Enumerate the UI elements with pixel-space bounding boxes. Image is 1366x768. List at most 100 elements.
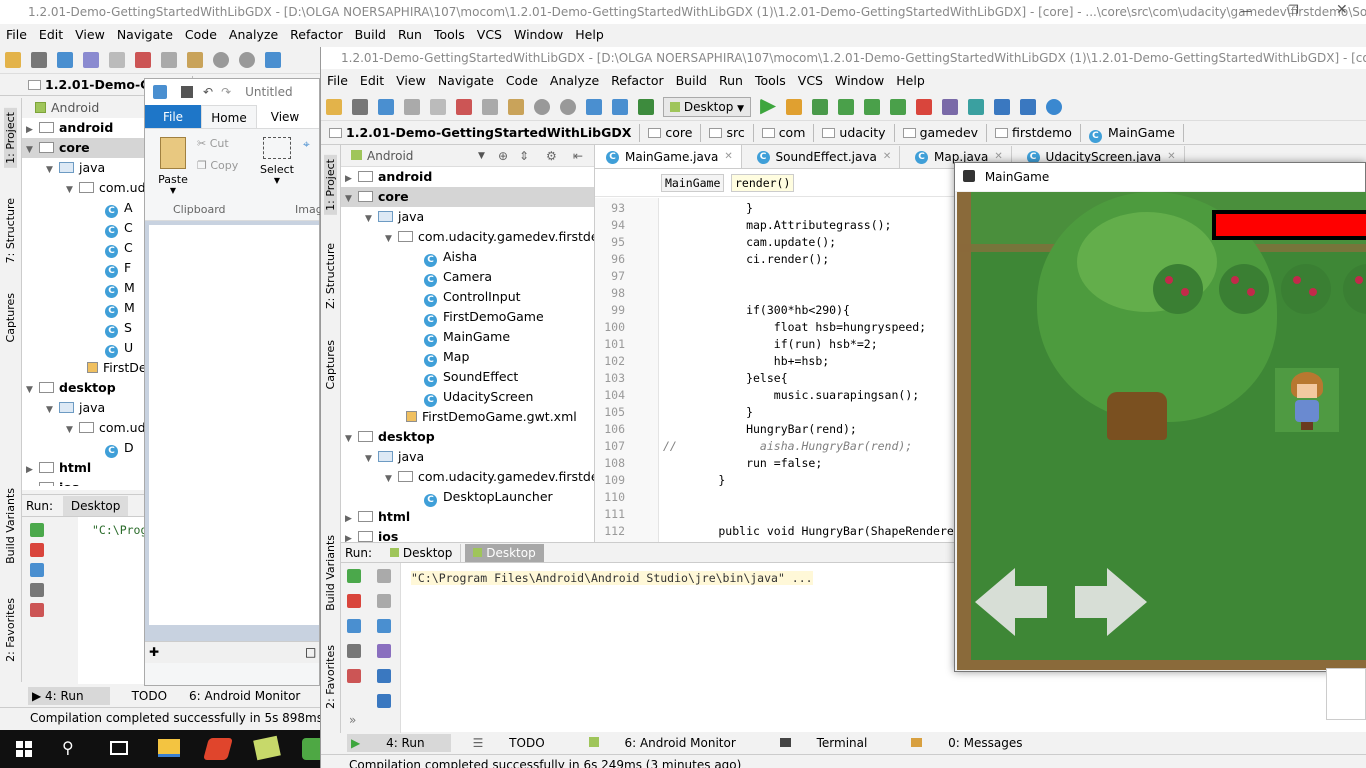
photos-icon[interactable]	[253, 735, 281, 761]
crumb-maingame[interactable]: MainGame	[1081, 123, 1184, 143]
pause-icon[interactable]	[30, 563, 44, 577]
find-icon[interactable]	[534, 98, 550, 115]
left-arrow-button[interactable]	[975, 568, 1049, 636]
side-tab-structure[interactable]: Z: Structure	[324, 243, 337, 309]
tree-class-controlinput[interactable]: ControlInput	[341, 287, 594, 307]
tree-java[interactable]: ▼ java	[341, 447, 594, 467]
dump-icon[interactable]	[30, 583, 44, 597]
tree-gwt[interactable]: FirstDem	[22, 358, 144, 378]
tree-class-camera[interactable]: Camera	[341, 267, 594, 287]
windows-start-icon[interactable]	[16, 741, 32, 757]
tree-ios[interactable]: ▶ios	[22, 478, 144, 486]
tree-class[interactable]: M	[22, 298, 144, 318]
rerun-icon[interactable]	[30, 523, 44, 537]
make-project-icon[interactable]	[638, 98, 654, 115]
tree-java[interactable]: ▼ java	[22, 398, 144, 418]
undo-icon[interactable]	[404, 98, 420, 115]
redo-icon[interactable]	[430, 98, 446, 115]
bottom-tab-monitor[interactable]: 6: Android Monitor	[588, 736, 758, 750]
select-button[interactable]: Select ▼	[259, 137, 295, 185]
sync-icon[interactable]	[57, 51, 73, 68]
menu-code[interactable]: Code	[500, 69, 544, 93]
menu-navigate[interactable]: Navigate	[432, 69, 500, 93]
tree-desktop[interactable]: ▼ desktop	[22, 378, 144, 398]
undo-icon[interactable]	[83, 51, 99, 68]
tree-core[interactable]: ▼ core	[22, 138, 144, 158]
menu-file[interactable]: File	[321, 69, 354, 93]
tree-java[interactable]: ▼ java	[341, 207, 594, 227]
tree-package[interactable]: ▼com.uda	[22, 178, 144, 198]
paint-canvas[interactable]	[149, 225, 319, 625]
menu-edit[interactable]: Edit	[33, 24, 69, 46]
crumb-src[interactable]: src	[701, 123, 754, 142]
chevron-down-icon[interactable]: ▼	[478, 145, 485, 167]
menu-refactor[interactable]: Refactor	[284, 24, 348, 46]
cut-icon[interactable]	[456, 98, 472, 115]
run-tab-desktop[interactable]: Desktop	[62, 496, 129, 516]
menu-build[interactable]: Build	[349, 24, 392, 46]
replace-icon[interactable]	[239, 51, 255, 68]
tree-core[interactable]: ▼ core	[341, 187, 594, 207]
menu-vcs[interactable]: VCS	[471, 24, 508, 46]
copy-icon[interactable]	[161, 51, 177, 68]
search-icon[interactable]: ⚲	[62, 738, 74, 757]
paint-tab-home[interactable]: Home	[201, 105, 257, 128]
tree-class[interactable]: M	[22, 278, 144, 298]
side-tab-project[interactable]: 1: Project	[324, 155, 337, 215]
paste-button[interactable]: Paste ▼	[155, 137, 191, 195]
tree-class-soundeffect[interactable]: SoundEffect	[341, 367, 594, 387]
paint-save-icon[interactable]	[181, 86, 193, 98]
tree-android[interactable]: ▶ android	[341, 167, 594, 187]
pause-icon[interactable]	[347, 619, 361, 633]
bottom-tab-todo[interactable]: TODO	[132, 689, 167, 703]
coverage-icon[interactable]	[838, 98, 855, 115]
save-icon[interactable]	[352, 98, 368, 115]
minimize-button[interactable]: —	[1240, 4, 1252, 18]
crumb-gamedev[interactable]: gamedev	[895, 123, 988, 142]
instant-run-icon[interactable]	[786, 98, 803, 115]
cut-icon[interactable]	[135, 51, 151, 68]
tree-class-firstdemogame[interactable]: FirstDemoGame	[341, 307, 594, 327]
menu-vcs[interactable]: VCS	[792, 69, 829, 93]
side-tab-build-variants[interactable]: Build Variants	[4, 488, 17, 564]
side-tab-build-variants[interactable]: Build Variants	[324, 535, 337, 611]
menu-view[interactable]: View	[69, 24, 111, 46]
bottom-tab-todo[interactable]: ☰ TODO	[473, 736, 567, 750]
menu-edit[interactable]: Edit	[354, 69, 390, 93]
crop-icon[interactable]: ⌖	[303, 137, 310, 152]
copy-button[interactable]: ❐ Copy	[197, 159, 238, 172]
side-tab-structure[interactable]: 7: Structure	[4, 198, 17, 263]
tree-class[interactable]: A	[22, 198, 144, 218]
menu-help[interactable]: Help	[569, 24, 610, 46]
tree-class-desktoplauncher[interactable]: DesktopLauncher	[341, 487, 594, 507]
tree-ios[interactable]: ▶ios	[341, 527, 594, 542]
side-tab-favorites[interactable]: 2: Favorites	[4, 598, 17, 662]
tree-class[interactable]: S	[22, 318, 144, 338]
menu-run[interactable]: Run	[392, 24, 428, 46]
hide-icon[interactable]: ⇤	[573, 145, 583, 167]
exit-icon[interactable]	[347, 669, 361, 683]
debug-icon[interactable]	[812, 98, 829, 115]
side-tab-favorites[interactable]: 2: Favorites	[324, 645, 337, 709]
crumb-com[interactable]: com	[754, 123, 815, 142]
up-arrow-icon[interactable]	[377, 569, 391, 583]
menu-run[interactable]: Run	[713, 69, 749, 93]
run-tab-desktop-2[interactable]: Desktop	[465, 544, 544, 562]
bottom-tab-run[interactable]: ▶ 4: Run	[347, 734, 451, 752]
print-icon[interactable]	[377, 669, 391, 683]
project-structure-icon[interactable]	[994, 98, 1011, 115]
more-icon[interactable]: »	[349, 713, 356, 727]
browser-icon[interactable]	[203, 738, 233, 760]
menu-navigate[interactable]: Navigate	[111, 24, 179, 46]
tree-class[interactable]: C	[22, 218, 144, 238]
menu-help[interactable]: Help	[890, 69, 931, 93]
redo-icon[interactable]	[109, 51, 125, 68]
tree-class-udacityscreen[interactable]: UdacityScreen	[341, 387, 594, 407]
file-explorer-icon[interactable]	[158, 739, 180, 757]
menu-code[interactable]: Code	[179, 24, 223, 46]
paint-tab-file[interactable]: File	[145, 105, 201, 128]
stop-icon[interactable]	[916, 98, 933, 115]
down-arrow-icon[interactable]	[377, 594, 391, 608]
find-icon[interactable]	[213, 51, 229, 68]
sdk-manager-icon[interactable]	[968, 98, 985, 115]
